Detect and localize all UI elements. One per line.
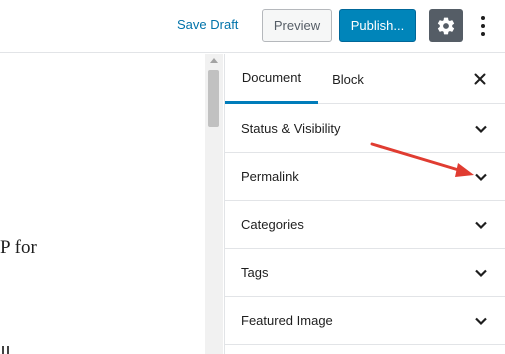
more-options-button[interactable] [473, 10, 493, 42]
panel-label: Permalink [241, 169, 299, 184]
editor-scrollbar[interactable] [205, 54, 223, 354]
paragraph-text[interactable]: P for [0, 237, 37, 259]
preview-button[interactable]: Preview [262, 9, 332, 42]
paragraph-fragment [0, 340, 20, 354]
chevron-down-icon [475, 125, 487, 134]
tab-document[interactable]: Document [225, 54, 318, 104]
close-sidebar-button[interactable] [468, 67, 492, 91]
panel-label: Categories [241, 217, 304, 232]
gear-icon [437, 17, 455, 34]
save-draft-button[interactable]: Save Draft [177, 17, 238, 32]
panel-featured-image[interactable]: Featured Image [225, 297, 505, 345]
chevron-down-icon [475, 173, 487, 182]
editor-header-toolbar: Save Draft Preview Publish... [0, 0, 505, 53]
panel-label: Tags [241, 265, 269, 280]
sidebar-tabs: Document Block [225, 54, 505, 104]
panel-permalink[interactable]: Permalink [225, 153, 505, 201]
panel-label: Status & Visibility [241, 121, 341, 136]
scrollbar-thumb[interactable] [208, 70, 219, 127]
publish-button[interactable]: Publish... [339, 9, 416, 42]
panel-label: Featured Image [241, 313, 333, 328]
chevron-down-icon [475, 317, 487, 326]
chevron-down-icon [475, 221, 487, 230]
close-icon [474, 73, 486, 85]
vertical-ellipsis-icon [481, 16, 485, 20]
editor-canvas[interactable]: P for [0, 54, 205, 354]
panel-status-visibility[interactable]: Status & Visibility [225, 105, 505, 153]
panel-tags[interactable]: Tags [225, 249, 505, 297]
scroll-up-arrow-icon[interactable] [210, 58, 218, 63]
tab-block[interactable]: Block [318, 54, 378, 104]
settings-button[interactable] [429, 9, 463, 42]
chevron-down-icon [475, 269, 487, 278]
panel-categories[interactable]: Categories [225, 201, 505, 249]
settings-sidebar: Document Block Status & Visibility Perma… [224, 54, 505, 354]
